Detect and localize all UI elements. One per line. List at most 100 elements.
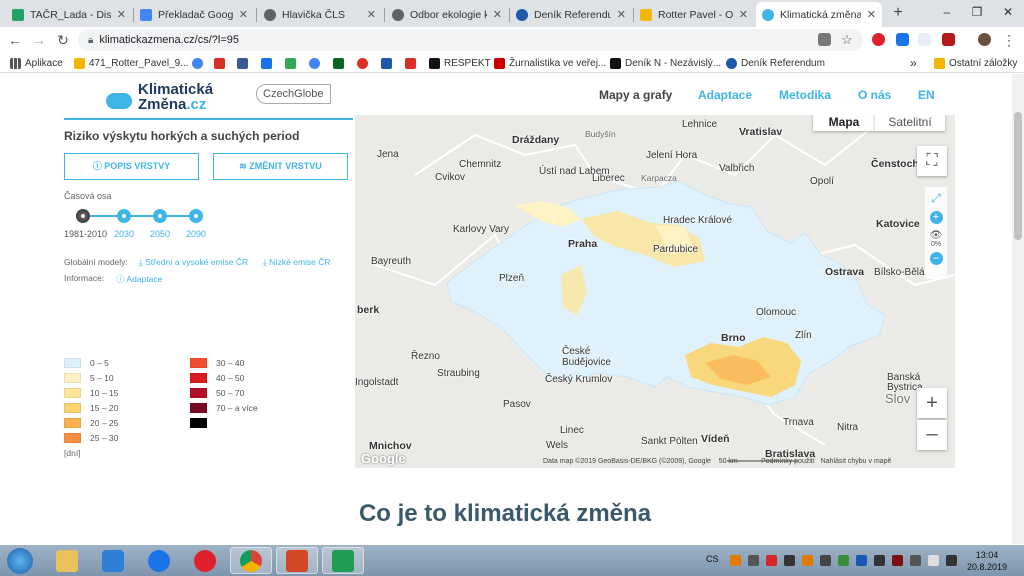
scrollbar-thumb[interactable] [1014, 112, 1022, 240]
extension-icon[interactable] [942, 33, 955, 46]
menu-icon[interactable]: ⋮ [1000, 31, 1018, 49]
google-logo[interactable]: Google [361, 451, 406, 466]
bookmark-item[interactable]: Deník Referendum [726, 56, 825, 70]
volume-icon[interactable] [946, 555, 957, 566]
map-canvas[interactable]: Lehnice Vratislav Dráždany Budyšín Jena … [355, 115, 955, 468]
chrome-app[interactable] [230, 547, 272, 574]
browser-tab[interactable]: TAČR_Lada - Disk Go ✕ [6, 2, 132, 27]
tray-icon[interactable] [874, 555, 885, 566]
tray-icon[interactable] [748, 555, 759, 566]
ie-app[interactable] [138, 547, 180, 574]
timeline-label-2030[interactable]: 2030 [114, 229, 134, 239]
tray-icon[interactable] [784, 555, 795, 566]
zoom-out-button[interactable]: – [917, 420, 947, 450]
plus-circle-icon[interactable]: + [929, 211, 943, 224]
system-clock[interactable]: 13:04 20.8.2019 [963, 549, 1011, 573]
bookmark-item[interactable] [285, 56, 300, 70]
bookmarks-more-button[interactable]: » [910, 56, 917, 70]
bookmark-star-icon[interactable]: ☆ [838, 31, 856, 49]
opera-extension-icon[interactable] [872, 33, 885, 46]
language-indicator[interactable]: CS [706, 554, 719, 564]
bookmark-item[interactable] [214, 56, 229, 70]
map-type-map-button[interactable]: Mapa [813, 115, 875, 131]
explorer-app[interactable] [46, 547, 88, 574]
timeline-point-2050[interactable] [153, 209, 167, 223]
address-bar[interactable]: 🔒︎ klimatickazmena.cz/cs/?l=95 [78, 29, 863, 51]
model-low-emissions-link[interactable]: ⤓ Nízké emise ČR [263, 257, 331, 268]
browser-tab[interactable]: Překladač Google ✕ [134, 2, 254, 27]
bookmark-item[interactable] [192, 56, 207, 70]
minimize-button[interactable]: – [932, 0, 962, 26]
bookmark-item[interactable] [237, 56, 252, 70]
forward-icon[interactable]: → [30, 31, 48, 49]
battery-icon[interactable] [928, 555, 939, 566]
nav-adaptation[interactable]: Adaptace [698, 88, 752, 102]
close-tab-icon[interactable]: ✕ [117, 8, 126, 21]
bookmark-item[interactable] [333, 56, 348, 70]
opera-app[interactable] [184, 547, 226, 574]
powerpoint-app[interactable] [276, 547, 318, 574]
timeline-label-2090[interactable]: 2090 [186, 229, 206, 239]
bookmark-item[interactable] [261, 56, 276, 70]
terms-link[interactable]: Podmínky použití [761, 458, 815, 465]
timeline-point-1981-2010[interactable] [76, 209, 90, 223]
eye-icon[interactable]: 👁︎ [925, 230, 947, 241]
reload-icon[interactable]: ↻ [54, 31, 72, 49]
timeline-label-2050[interactable]: 2050 [150, 229, 170, 239]
close-tab-icon[interactable]: ✕ [617, 8, 626, 21]
new-tab-button[interactable]: + [888, 3, 908, 23]
nav-methodology[interactable]: Metodika [779, 88, 831, 102]
czechglobe-logo[interactable]: CzechGlobe [256, 84, 331, 104]
zoom-in-button[interactable]: + [917, 388, 947, 418]
close-tab-icon[interactable]: ✕ [493, 8, 502, 21]
tray-icon[interactable] [838, 555, 849, 566]
tray-icon[interactable] [820, 555, 831, 566]
bookmark-item[interactable] [381, 56, 396, 70]
report-error-link[interactable]: Nahlásit chybu v mapě [821, 458, 892, 465]
tray-icon[interactable] [910, 555, 921, 566]
bookmark-item[interactable] [309, 56, 324, 70]
browser-tab-active[interactable]: Klimatická změna v ✕ [756, 2, 882, 27]
close-tab-icon[interactable]: ✕ [239, 8, 248, 21]
timeline-point-2030[interactable] [117, 209, 131, 223]
extension-icon[interactable] [918, 33, 931, 46]
other-bookmarks[interactable]: Ostatní záložky [934, 56, 1017, 70]
browser-tab[interactable]: Deník Referendum ✕ [510, 2, 632, 27]
nav-maps-charts[interactable]: Mapy a grafy [599, 88, 672, 102]
timeline-point-2090[interactable] [189, 209, 203, 223]
model-high-emissions-link[interactable]: ⤓ Střední a vysoké emise ČR [139, 257, 248, 268]
change-layer-button[interactable]: ≋ ZMĚNIT VRSTVU [213, 153, 348, 180]
app-25[interactable] [322, 547, 364, 574]
bookmark-item[interactable] [405, 56, 420, 70]
profile-avatar[interactable] [978, 33, 991, 46]
map-type-satellite-button[interactable]: Satelitní [875, 115, 945, 131]
bookmark-apps[interactable]: Aplikace [10, 56, 63, 70]
fullscreen-button[interactable]: ⛶ [917, 146, 947, 176]
maximize-button[interactable]: ❐ [962, 0, 992, 26]
tray-icon[interactable] [766, 555, 777, 566]
expand-icon[interactable]: ⤢ [925, 191, 947, 206]
nav-language-en[interactable]: EN [918, 88, 935, 102]
bookmark-item[interactable]: 471_Rotter_Pavel_9... [74, 56, 189, 70]
browser-tab[interactable]: Hlavička ČLS ✕ [258, 2, 382, 27]
browser-tab[interactable]: Rotter Pavel - Outl ✕ [634, 2, 754, 27]
layer-description-button[interactable]: ⓘ POPIS VRSTVY [64, 153, 199, 180]
site-logo[interactable]: Klimatická Změna.cz [106, 80, 213, 114]
timeline-label-1981-2010[interactable]: 1981-2010 [64, 229, 107, 239]
bookmark-item[interactable]: RESPEKT [429, 56, 491, 70]
browser-tab[interactable]: Odbor ekologie kra ✕ [386, 2, 508, 27]
media-player-app[interactable] [92, 547, 134, 574]
close-tab-icon[interactable]: ✕ [367, 8, 376, 21]
tray-icon[interactable] [730, 555, 741, 566]
bluetooth-icon[interactable] [856, 555, 867, 566]
back-icon[interactable]: ← [6, 31, 24, 49]
close-tab-icon[interactable]: ✕ [867, 8, 876, 21]
nav-about[interactable]: O nás [858, 88, 891, 102]
extension-icon[interactable] [896, 33, 909, 46]
close-tab-icon[interactable]: ✕ [739, 8, 748, 21]
camera-blocked-icon[interactable] [818, 33, 831, 46]
start-button[interactable] [2, 547, 38, 574]
bookmark-item[interactable]: Deník N - Nezávislý... [610, 56, 721, 70]
minus-circle-icon[interactable]: – [929, 252, 943, 265]
tray-icon[interactable] [892, 555, 903, 566]
